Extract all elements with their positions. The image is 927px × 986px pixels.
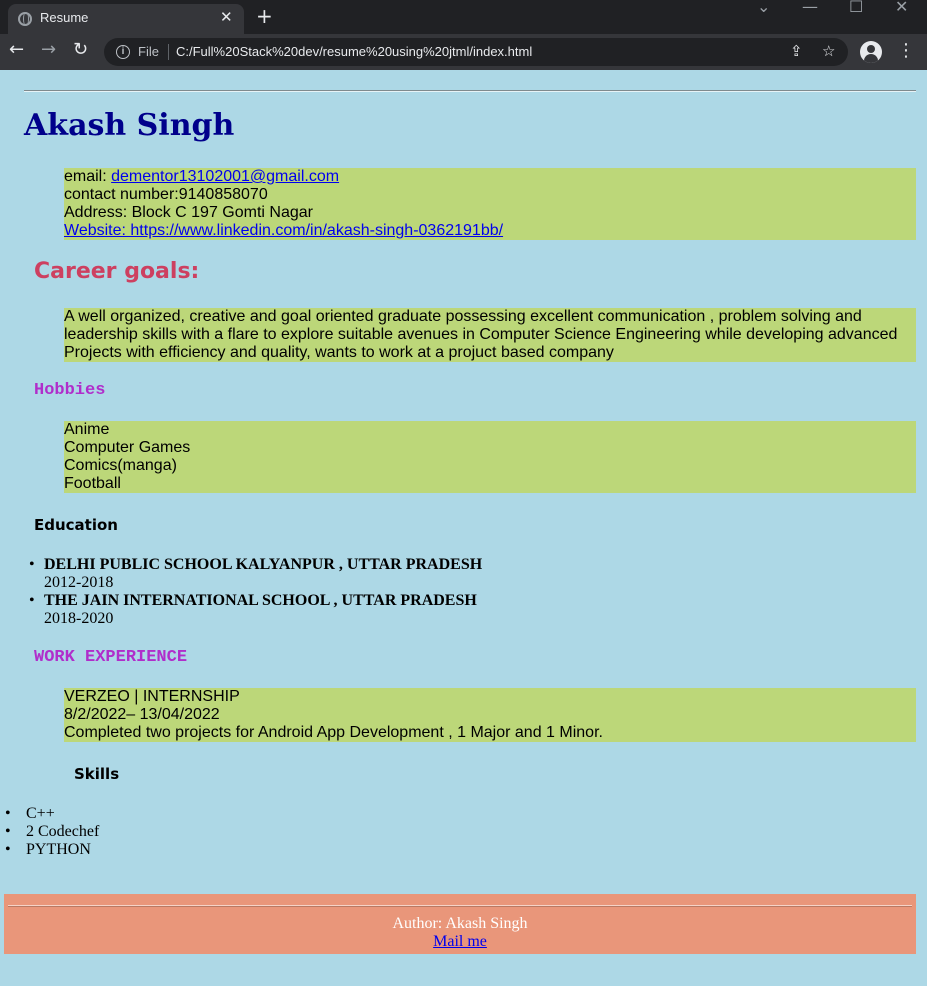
- contact-block: email: dementor13102001@gmail.com contac…: [64, 168, 916, 240]
- tab-resume[interactable]: Resume ✕: [8, 4, 244, 34]
- back-icon[interactable]: ←: [9, 39, 24, 60]
- phone-line: contact number:9140858070: [64, 186, 268, 203]
- browser-toolbar: ← → ↻ i File C:/Full%20Stack%20dev/resum…: [0, 34, 927, 70]
- education-list: DELHI PUBLIC SCHOOL KALYANPUR , UTTAR PR…: [29, 556, 483, 628]
- career-goals-heading: Career goals:: [34, 259, 200, 284]
- globe-icon: [18, 12, 32, 26]
- work-title: VERZEO | INTERNSHIP: [64, 688, 240, 705]
- email-link[interactable]: dementor13102001@gmail.com: [111, 168, 339, 185]
- work-description: Completed two projects for Android App D…: [64, 724, 603, 741]
- tab-title: Resume: [40, 10, 89, 25]
- hobby-item: Comics(manga): [64, 457, 177, 474]
- info-icon[interactable]: i: [116, 45, 130, 59]
- school-years: 2012-2018: [44, 574, 114, 591]
- bookmark-star-icon[interactable]: ☆: [822, 42, 835, 60]
- new-tab-icon[interactable]: +: [256, 4, 273, 28]
- forward-icon[interactable]: →: [41, 39, 56, 60]
- share-icon[interactable]: ⇪: [790, 42, 803, 60]
- work-dates: 8/2/2022– 13/04/2022: [64, 706, 220, 723]
- hobby-item: Computer Games: [64, 439, 191, 456]
- address-bar[interactable]: i File C:/Full%20Stack%20dev/resume%20us…: [104, 38, 848, 66]
- maximize-icon[interactable]: ☐: [849, 0, 863, 16]
- close-tab-icon[interactable]: ✕: [220, 8, 233, 26]
- close-window-icon[interactable]: ✕: [895, 0, 908, 16]
- tab-strip: Resume ✕ + ⌄ — ☐ ✕: [0, 0, 927, 34]
- profile-avatar-icon[interactable]: [860, 41, 882, 63]
- top-divider: [24, 90, 916, 92]
- menu-icon[interactable]: ⋮: [897, 40, 915, 61]
- school-name: THE JAIN INTERNATIONAL SCHOOL , UTTAR PR…: [44, 592, 477, 609]
- career-goals-text: A well organized, creative and goal orie…: [64, 308, 916, 362]
- skill-item: C++: [5, 805, 99, 823]
- school-years: 2018-2020: [44, 610, 114, 627]
- divider: [168, 44, 169, 60]
- file-label: File: [138, 44, 159, 59]
- footer: Author: Akash Singh Mail me: [4, 894, 916, 954]
- tab-search-icon[interactable]: ⌄: [757, 0, 770, 16]
- resume-name: Akash Singh: [24, 108, 235, 143]
- education-item: DELHI PUBLIC SCHOOL KALYANPUR , UTTAR PR…: [29, 556, 483, 592]
- skill-item: 2 Codechef: [5, 823, 99, 841]
- hobby-item: Football: [64, 475, 121, 492]
- school-name: DELHI PUBLIC SCHOOL KALYANPUR , UTTAR PR…: [44, 556, 483, 573]
- address-line: Address: Block C 197 Gomti Nagar: [64, 204, 313, 221]
- education-heading: Education: [34, 516, 118, 534]
- education-item: THE JAIN INTERNATIONAL SCHOOL , UTTAR PR…: [29, 592, 482, 628]
- website-link[interactable]: Website: https://www.linkedin.com/in/aka…: [64, 222, 503, 239]
- work-experience-block: VERZEO | INTERNSHIP 8/2/2022– 13/04/2022…: [64, 688, 916, 742]
- email-line: email: dementor13102001@gmail.com: [64, 168, 916, 186]
- hobbies-heading: Hobbies: [34, 381, 106, 400]
- url-text[interactable]: C:/Full%20Stack%20dev/resume%20using%20j…: [176, 44, 532, 59]
- footer-author: Author: Akash Singh: [392, 915, 528, 932]
- skills-list: C++ 2 Codechef PYTHON: [5, 805, 99, 859]
- hobby-item: Anime: [64, 421, 110, 438]
- hobbies-block: Anime Computer Games Comics(manga) Footb…: [64, 421, 916, 493]
- footer-divider: [8, 905, 912, 907]
- page-content: Akash Singh email: dementor13102001@gmai…: [0, 70, 927, 986]
- skills-heading: Skills: [74, 765, 120, 783]
- reload-icon[interactable]: ↻: [73, 39, 88, 60]
- skill-item: PYTHON: [5, 841, 99, 859]
- mail-me-link[interactable]: Mail me: [433, 933, 487, 950]
- email-label: email:: [64, 168, 112, 185]
- work-experience-heading: WORK EXPERIENCE: [34, 648, 188, 667]
- minimize-icon[interactable]: —: [802, 0, 818, 16]
